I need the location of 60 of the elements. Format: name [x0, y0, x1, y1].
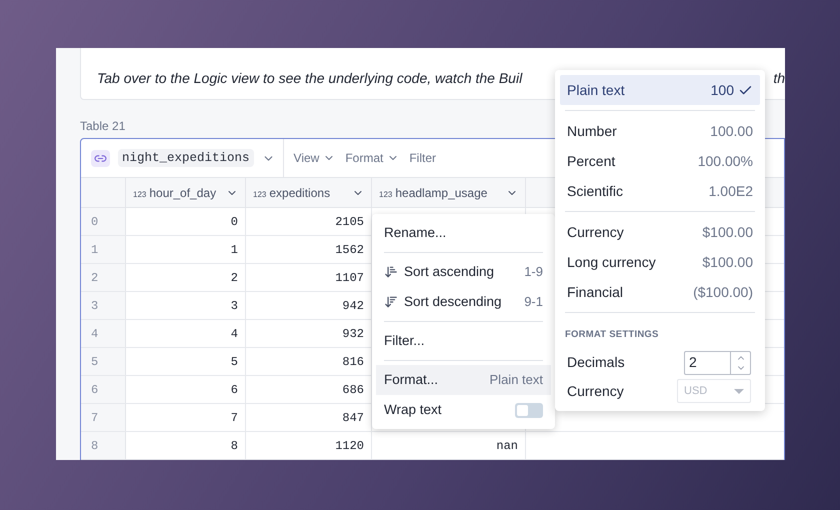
row-index: 0 — [81, 208, 126, 235]
toggle-switch[interactable] — [515, 402, 543, 418]
table-cell-text: 2105 — [335, 214, 364, 230]
sort-ascending-icon — [384, 265, 398, 279]
format-option[interactable]: Long currency $100.00 — [560, 247, 760, 277]
table-cell-text: 1120 — [335, 438, 364, 454]
column-header[interactable]: 123 hour_of_day — [126, 178, 246, 207]
field-label: Currency — [567, 382, 624, 401]
row-index: 8 — [81, 432, 126, 459]
format-option[interactable]: Percent 100.00% — [560, 146, 760, 176]
decimals-stepper[interactable]: 2 — [684, 350, 751, 374]
table-cell-text: 686 — [342, 382, 364, 398]
toolbar-button[interactable]: View — [294, 149, 336, 167]
table-cell-text: 816 — [342, 354, 364, 370]
menu-item[interactable]: Filter... — [376, 326, 551, 356]
table-cell-text: 6 — [230, 382, 238, 398]
row-index: 4 — [81, 320, 126, 347]
table-cell-text: 7 — [230, 410, 238, 426]
format-option[interactable]: Currency $100.00 — [560, 217, 760, 247]
table-cell-text: 932 — [342, 326, 364, 342]
table-cell-text: 4 — [230, 326, 238, 342]
format-option[interactable]: Financial ($100.00) — [560, 277, 760, 307]
menu-item[interactable]: Sort ascending 1-9 — [376, 257, 551, 287]
decimals-input[interactable]: 2 — [685, 352, 730, 374]
paragraph-text: Tab over to the Logic view to see the underlying code, watch the Buil — [97, 69, 522, 88]
dropdown-triangle-icon — [734, 388, 744, 394]
table-cell-text: 2 — [230, 270, 238, 286]
toolbar-button[interactable]: Format — [345, 149, 400, 167]
row-index: 6 — [81, 376, 126, 403]
menu-item[interactable]: Wrap text — [376, 395, 551, 425]
row-index: 2 — [81, 264, 126, 291]
format-option[interactable]: Number 100.00 — [560, 116, 760, 146]
table-cell-text: 942 — [342, 298, 364, 314]
menu-item[interactable]: Sort descending 9-1 — [376, 287, 551, 317]
table-cell-text: 8 — [230, 438, 238, 454]
row-index: 7 — [81, 404, 126, 431]
section-heading: FORMAT SETTINGS — [565, 329, 659, 340]
row-index: 1 — [81, 236, 126, 263]
table-cell-text: 1562 — [335, 242, 364, 258]
toolbar-button[interactable]: Filter — [409, 149, 436, 167]
table-cell-text: 1107 — [335, 270, 364, 286]
row-index: 5 — [81, 348, 126, 375]
table-cell-text: 847 — [342, 410, 364, 426]
table-cell-text: 3 — [230, 298, 238, 314]
field-label: Decimals — [567, 353, 625, 372]
paragraph-text-fragment: th — [773, 69, 785, 88]
table-cell-text: 1 — [230, 242, 238, 258]
table-cell-text: 5 — [230, 354, 238, 370]
table-cell-text: 0 — [230, 214, 238, 230]
menu-item[interactable]: Rename... — [376, 218, 551, 248]
format-option[interactable]: Plain text 100 — [560, 75, 760, 105]
format-option[interactable]: Scientific 1.00E2 — [560, 176, 760, 206]
table-cell-text: nan — [496, 438, 518, 454]
menu-item[interactable]: Format... Plain text — [376, 365, 551, 395]
sort-descending-icon — [384, 295, 398, 309]
column-header[interactable]: 123 headlamp_usage — [372, 178, 526, 207]
link-icon — [91, 150, 110, 166]
row-index: 3 — [81, 292, 126, 319]
table-title: Table 21 — [80, 118, 126, 135]
column-header[interactable]: 123 expeditions — [246, 178, 372, 207]
